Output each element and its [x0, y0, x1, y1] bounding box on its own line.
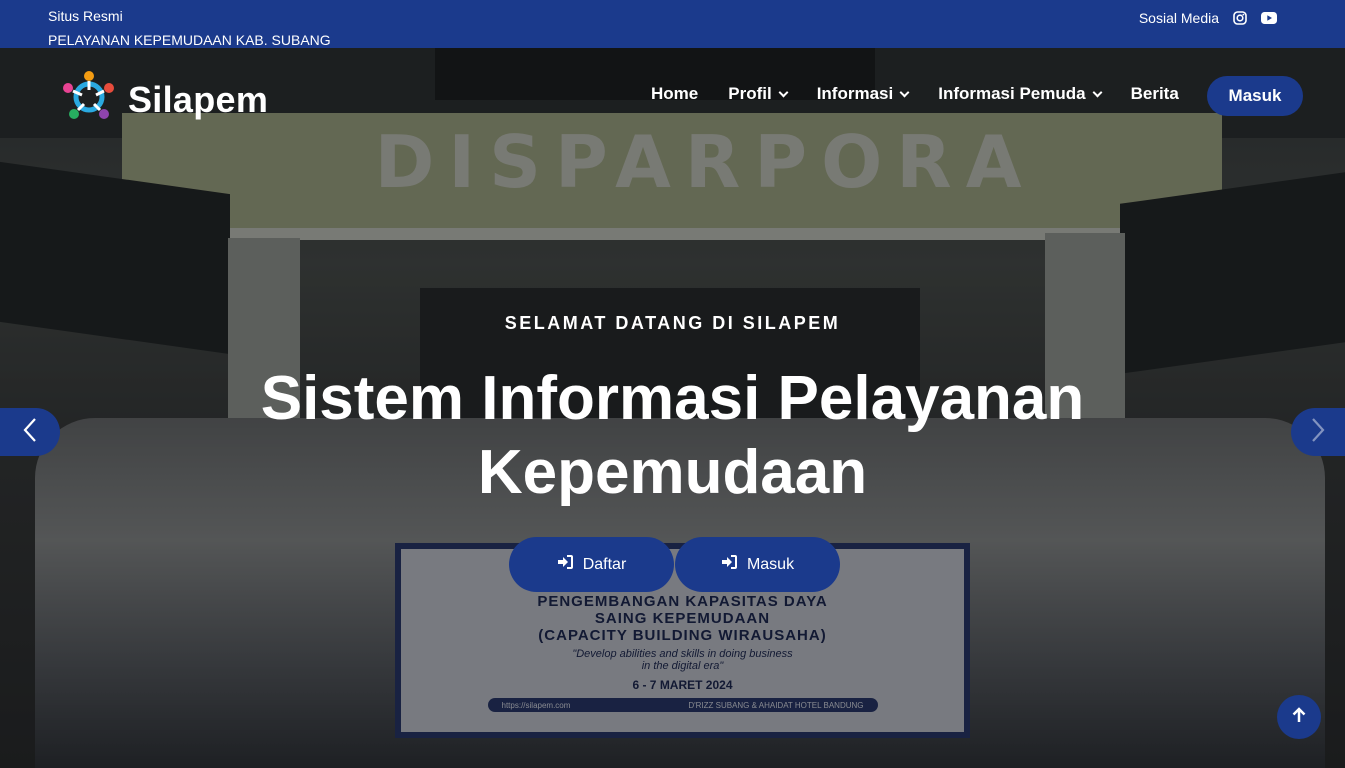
nav-item-home[interactable]: Home [651, 84, 698, 104]
nav-item-berita[interactable]: Berita [1131, 84, 1179, 104]
youtube-icon[interactable] [1261, 12, 1277, 24]
nav-item-informasi-pemuda[interactable]: Informasi Pemuda [938, 84, 1103, 104]
site-logo[interactable]: Silapem [58, 68, 268, 131]
chevron-down-icon [778, 87, 789, 97]
chevron-down-icon [899, 87, 910, 97]
sign-in-icon [721, 555, 737, 574]
top-info-bar: Situs Resmi PELAYANAN KEPEMUDAAN KAB. SU… [0, 0, 1345, 48]
carousel-next-button[interactable] [1291, 408, 1345, 456]
social-media-label: Sosial Media [1138, 10, 1219, 26]
register-button-label: Daftar [582, 555, 627, 573]
nav-item-label: Home [651, 84, 699, 103]
nav-item-label: Profil [728, 84, 772, 103]
chevron-down-icon [1092, 87, 1103, 97]
brand-name: Silapem [128, 78, 269, 120]
site-info: Situs Resmi PELAYANAN KEPEMUDAAN KAB. SU… [48, 4, 331, 52]
nav-item-profil[interactable]: Profil [728, 84, 789, 104]
hero-subtitle: SELAMAT DATANG DI SILAPEM [504, 313, 841, 333]
nav-item-informasi[interactable]: Informasi [816, 84, 910, 104]
social-media-group: Sosial Media [1139, 10, 1277, 26]
hero-title: Sistem Informasi Pelayanan Kepemudaan [260, 364, 1085, 507]
back-to-top-button[interactable] [1277, 695, 1321, 739]
login-button[interactable]: Masuk [675, 537, 840, 592]
nav-item-label: Informasi [816, 84, 894, 103]
silapem-logo-icon [58, 68, 120, 131]
chevron-right-icon [1310, 417, 1326, 448]
main-nav: Home Profil Informasi Informasi Pemuda B… [651, 84, 1209, 104]
carousel-prev-button[interactable] [0, 408, 60, 456]
nav-item-label: Berita [1130, 84, 1179, 103]
login-button-label: Masuk [746, 555, 795, 573]
register-button[interactable]: Daftar [509, 537, 674, 592]
chevron-left-icon [22, 417, 38, 448]
nav-item-label: Informasi Pemuda [938, 84, 1086, 103]
site-type-label: Situs Resmi [48, 8, 123, 24]
nav-login-button[interactable]: Masuk [1207, 76, 1303, 116]
instagram-icon[interactable] [1233, 11, 1247, 25]
sign-in-icon [557, 555, 573, 574]
arrow-up-icon [1292, 706, 1306, 728]
